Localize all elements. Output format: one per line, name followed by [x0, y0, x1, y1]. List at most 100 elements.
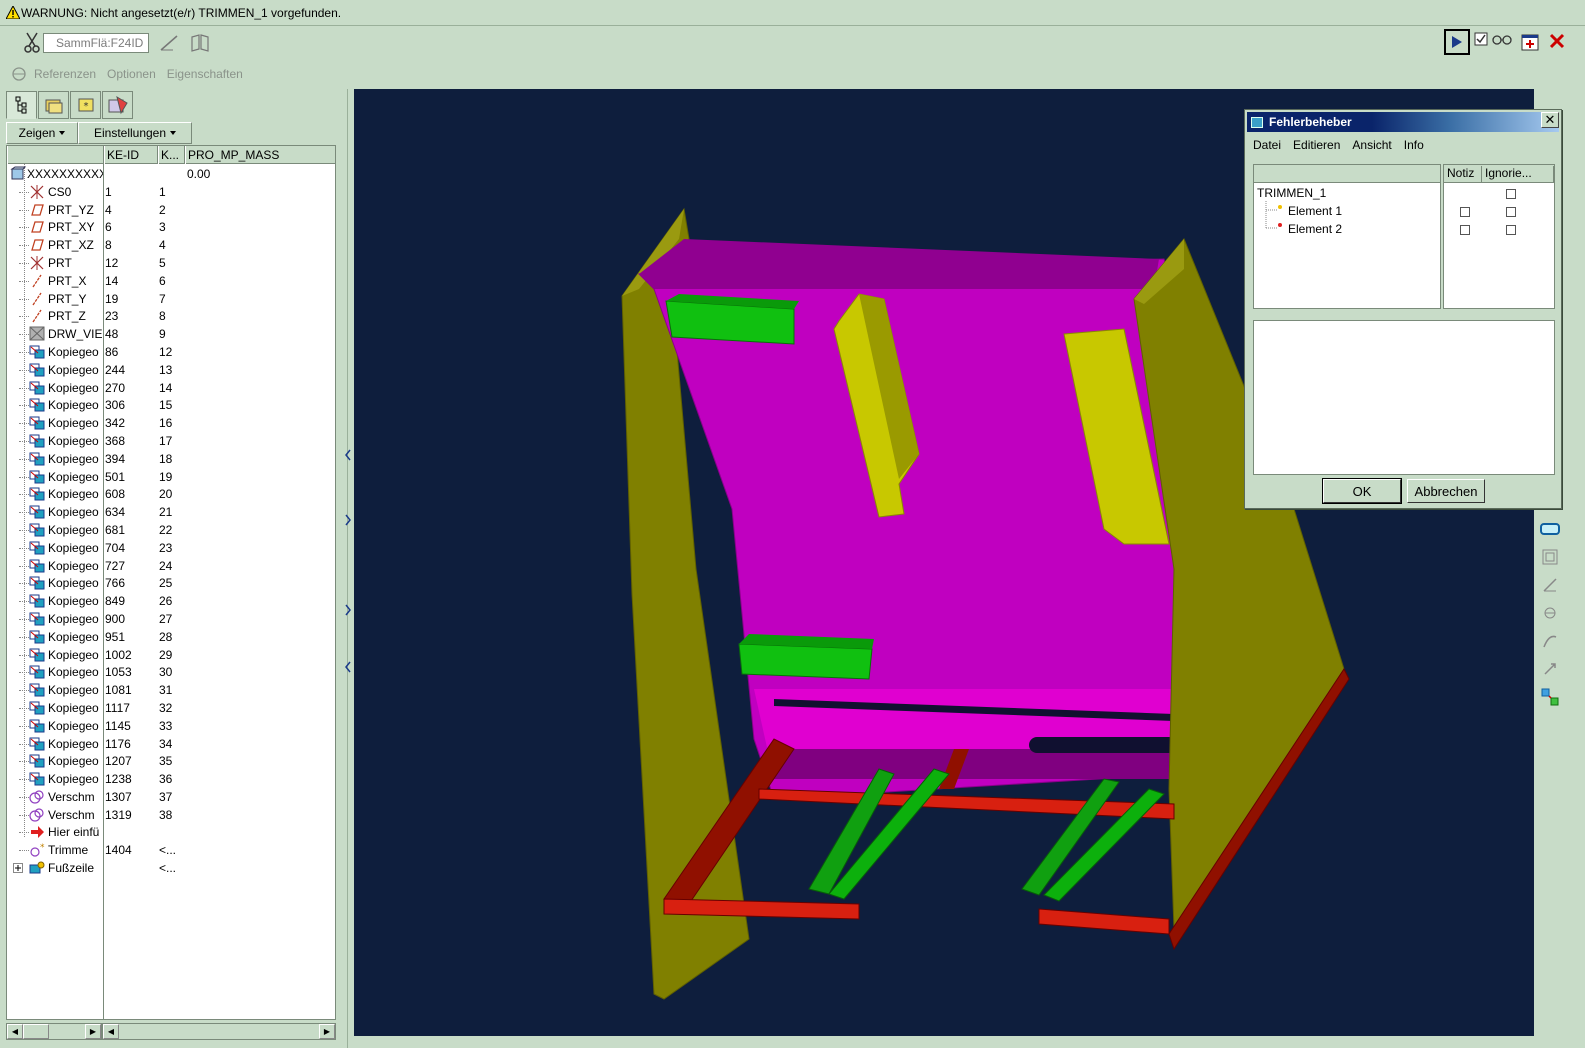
- resume-button[interactable]: [1444, 29, 1470, 55]
- tree-row[interactable]: Kopiegeo 704 23: [7, 539, 335, 557]
- collapse-arrow-icon[interactable]: [344, 661, 352, 673]
- ignore-checkbox-2[interactable]: [1506, 225, 1516, 235]
- analysis-tool-icon[interactable]: [1538, 685, 1562, 709]
- tree-row[interactable]: Kopiegeo 766 25: [7, 574, 335, 592]
- trim-scissors-icon[interactable]: [22, 32, 42, 54]
- tree-row[interactable]: Verschm 1307 37: [7, 788, 335, 806]
- show-menu-button[interactable]: Zeigen: [6, 122, 78, 144]
- name-column-scrollbar[interactable]: ◀ ▶: [6, 1023, 102, 1040]
- scroll-left-button[interactable]: ◀: [7, 1024, 23, 1039]
- menu-edit[interactable]: Editieren: [1293, 138, 1340, 156]
- note-checkbox-2[interactable]: [1460, 225, 1470, 235]
- sketch-icon[interactable]: [1538, 517, 1562, 541]
- tree-row[interactable]: Kopiegeo 951 28: [7, 628, 335, 646]
- tree-row[interactable]: Kopiegeo 681 22: [7, 521, 335, 539]
- tree-row[interactable]: Fußzeile <...: [7, 859, 335, 877]
- column-header-k[interactable]: K...: [158, 146, 185, 164]
- tree-row[interactable]: Kopiegeo 1053 30: [7, 663, 335, 681]
- tab-properties[interactable]: Eigenschaften: [167, 67, 243, 81]
- tree-row[interactable]: Verschm 1319 38: [7, 806, 335, 824]
- tree-row[interactable]: Kopiegeo 634 21: [7, 503, 335, 521]
- tree-row[interactable]: Kopiegeo 849 26: [7, 592, 335, 610]
- book-icon[interactable]: [189, 33, 211, 53]
- expand-plus-icon[interactable]: [13, 863, 23, 874]
- ok-button[interactable]: OK: [1322, 478, 1402, 504]
- issue-tree-root[interactable]: TRIMMEN_1: [1257, 186, 1326, 200]
- tree-row[interactable]: Kopiegeo 368 17: [7, 432, 335, 450]
- scroll-thumb[interactable]: [23, 1024, 49, 1039]
- tree-row[interactable]: Kopiegeo 900 27: [7, 610, 335, 628]
- tree-row[interactable]: Kopiegeo 1081 31: [7, 681, 335, 699]
- column-header-mass[interactable]: PRO_MP_MASS: [185, 146, 335, 164]
- tree-row[interactable]: DRW_VIE 48 9: [7, 325, 335, 343]
- tree-row[interactable]: Kopiegeo 727 24: [7, 557, 335, 575]
- tree-row[interactable]: PRT_Z 23 8: [7, 307, 335, 325]
- tree-row[interactable]: Kopiegeo 244 13: [7, 361, 335, 379]
- tree-row[interactable]: Hier einfü: [7, 823, 335, 841]
- tree-row[interactable]: Kopiegeo 1176 34: [7, 735, 335, 753]
- tree-row[interactable]: Kopiegeo 1207 35: [7, 752, 335, 770]
- tab-model-tree[interactable]: [6, 91, 37, 119]
- scroll-left-button[interactable]: ◀: [103, 1024, 119, 1039]
- ignore-checkbox-1[interactable]: [1506, 207, 1516, 217]
- tree-row[interactable]: PRT_XZ 8 4: [7, 236, 335, 254]
- settings-menu-button[interactable]: Einstellungen: [78, 122, 192, 144]
- tree-row[interactable]: Kopiegeo 1117 32: [7, 699, 335, 717]
- column-header-ignore[interactable]: Ignorie...: [1482, 166, 1554, 183]
- tab-references[interactable]: Referenzen: [34, 67, 96, 81]
- note-checkbox-1[interactable]: [1460, 207, 1470, 217]
- menu-view[interactable]: Ansicht: [1352, 138, 1391, 156]
- tree-row[interactable]: Kopiegeo 342 16: [7, 414, 335, 432]
- collapse-arrow-icon[interactable]: [344, 449, 352, 461]
- tree-row[interactable]: Kopiegeo 394 18: [7, 450, 335, 468]
- tree-row[interactable]: CS0 1 1: [7, 183, 335, 201]
- datum-plane-tool-icon[interactable]: [1538, 545, 1562, 569]
- curve-tool-icon[interactable]: [1538, 629, 1562, 653]
- tree-row[interactable]: PRT_X 14 6: [7, 272, 335, 290]
- close-button[interactable]: ✕: [1541, 112, 1559, 128]
- dialog-title-bar[interactable]: Fehlerbeheber: [1247, 112, 1559, 132]
- column-header-name[interactable]: [7, 146, 104, 164]
- tab-favorites[interactable]: *: [70, 91, 101, 119]
- issue-element-1[interactable]: Element 1: [1288, 204, 1342, 218]
- tree-row[interactable]: Kopiegeo 1145 33: [7, 717, 335, 735]
- tree-row[interactable]: Kopiegeo 608 20: [7, 485, 335, 503]
- column-header-note[interactable]: Notiz: [1444, 166, 1482, 183]
- panel-splitter[interactable]: [342, 89, 354, 1048]
- csys-tool-icon[interactable]: [1538, 657, 1562, 681]
- tree-row[interactable]: Kopiegeo 270 14: [7, 379, 335, 397]
- tab-folder-browser[interactable]: [38, 91, 69, 119]
- cancel-button[interactable]: Abbrechen: [1407, 479, 1485, 503]
- ignore-checkbox-root[interactable]: [1506, 189, 1516, 199]
- expand-arrow-icon[interactable]: [344, 604, 352, 616]
- expand-arrow-icon[interactable]: [344, 514, 352, 526]
- cancel-x-icon[interactable]: [1548, 32, 1570, 54]
- tree-row-root[interactable]: XXXXXXXXXX 0.00: [7, 165, 335, 183]
- issue-element-2[interactable]: Element 2: [1288, 222, 1342, 236]
- apply-icon[interactable]: [1520, 32, 1542, 54]
- tree-row[interactable]: Kopiegeo 1238 36: [7, 770, 335, 788]
- tree-row[interactable]: PRT 12 5: [7, 254, 335, 272]
- scroll-right-button[interactable]: ▶: [85, 1024, 101, 1039]
- columns-scrollbar[interactable]: ◀ ▶: [102, 1023, 336, 1040]
- tree-row[interactable]: Kopiegeo 306 15: [7, 396, 335, 414]
- datum-point-tool-icon[interactable]: [1538, 601, 1562, 625]
- tab-options[interactable]: Optionen: [107, 67, 156, 81]
- menu-file[interactable]: Datei: [1253, 138, 1281, 156]
- scroll-right-button[interactable]: ▶: [319, 1024, 335, 1039]
- tree-row[interactable]: Kopiegeo 86 12: [7, 343, 335, 361]
- tree-row[interactable]: Kopiegeo 1002 29: [7, 646, 335, 664]
- surface-collector-field[interactable]: SammFlä:F24ID: [43, 33, 149, 53]
- tree-row[interactable]: PRT_YZ 4 2: [7, 201, 335, 219]
- tree-row[interactable]: PRT_XY 6 3: [7, 218, 335, 236]
- glasses-preview-icon[interactable]: [1492, 32, 1514, 54]
- column-header-ke-id[interactable]: KE-ID: [104, 146, 158, 164]
- tree-row[interactable]: PRT_Y 19 7: [7, 290, 335, 308]
- tree-row[interactable]: Kopiegeo 501 19: [7, 468, 335, 486]
- tab-history[interactable]: [102, 91, 133, 119]
- tree-row[interactable]: * Trimme 1404 <...: [7, 841, 335, 859]
- issue-details-area[interactable]: [1253, 320, 1555, 475]
- menu-info[interactable]: Info: [1404, 138, 1424, 156]
- datum-axis-tool-icon[interactable]: [1538, 573, 1562, 597]
- flip-direction-icon[interactable]: [158, 33, 180, 53]
